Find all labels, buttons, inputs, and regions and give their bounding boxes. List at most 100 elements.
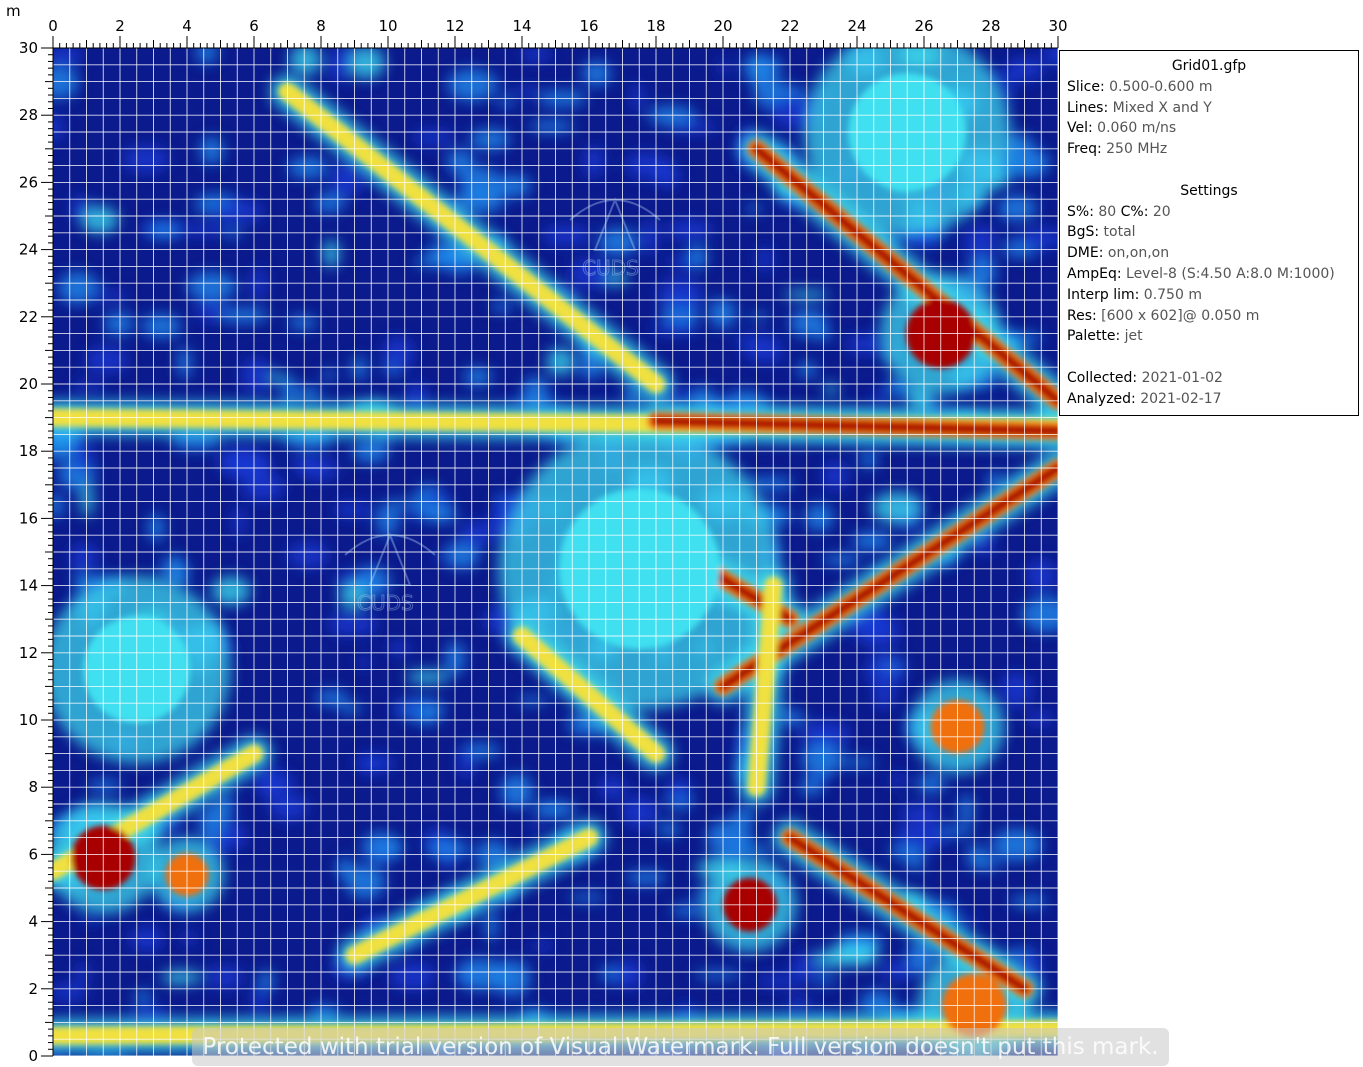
info-row: Interp lim: 0.750 m bbox=[1067, 285, 1358, 306]
info-row: Freq: 250 MHz bbox=[1067, 139, 1358, 160]
info-value: 0.060 m/ns bbox=[1092, 120, 1177, 137]
x-tick-label: 6 bbox=[249, 17, 259, 35]
info-row: BgS: total bbox=[1067, 222, 1358, 243]
heatmap-cell bbox=[361, 831, 401, 863]
info-key: AmpEq: bbox=[1067, 265, 1122, 282]
heatmap-cell bbox=[72, 380, 103, 392]
x-tick-label: 26 bbox=[914, 17, 933, 35]
y-tick-label: 24 bbox=[19, 241, 38, 259]
heatmap-cell bbox=[76, 961, 90, 986]
y-tick-label: 0 bbox=[28, 1047, 38, 1065]
heatmap-cell bbox=[87, 779, 122, 792]
info-value: 80 bbox=[1093, 203, 1117, 220]
x-tick-label: 8 bbox=[316, 17, 326, 35]
heatmap-cell bbox=[104, 311, 134, 336]
axis-unit-label: m bbox=[6, 2, 21, 20]
heatmap-cell bbox=[241, 357, 272, 394]
y-tick-label: 18 bbox=[19, 442, 38, 460]
x-tick-label: 30 bbox=[1048, 17, 1067, 35]
heatmap-cell bbox=[817, 327, 832, 342]
y-tick-label: 6 bbox=[28, 845, 38, 863]
heatmap-cell bbox=[299, 457, 339, 481]
y-tick-label: 12 bbox=[19, 644, 38, 662]
info-value: 0.500-0.600 m bbox=[1104, 78, 1213, 95]
heatmap-cell bbox=[323, 239, 340, 268]
info-key: Interp lim: bbox=[1067, 286, 1140, 303]
heatmap-cell bbox=[864, 652, 906, 689]
heatmap-cell bbox=[289, 48, 321, 76]
heatmap-cell bbox=[667, 776, 690, 804]
info-value: 2021-01-02 bbox=[1137, 369, 1223, 386]
y-tick-label: 30 bbox=[19, 39, 38, 57]
heatmap-cell bbox=[327, 49, 351, 83]
x-tick-label: 22 bbox=[780, 17, 799, 35]
heatmap-cell bbox=[315, 193, 345, 213]
heatmap-cell bbox=[814, 975, 838, 985]
y-tick-label: 8 bbox=[28, 778, 38, 796]
heatmap-cell bbox=[53, 65, 79, 100]
y-tick-label: 28 bbox=[19, 106, 38, 124]
info-key: Palette: bbox=[1067, 328, 1121, 345]
heatmap-cell bbox=[327, 612, 377, 636]
heatmap-cell bbox=[339, 703, 363, 714]
heatmap-cell bbox=[546, 347, 575, 376]
heatmap-cell bbox=[613, 959, 644, 990]
heatmap-cell bbox=[815, 949, 852, 968]
heatmap-cell bbox=[53, 984, 89, 1001]
heatmap-cell bbox=[852, 531, 892, 550]
heatmap-cell bbox=[211, 576, 251, 606]
heatmap-cell bbox=[916, 773, 946, 793]
heatmap-cell bbox=[824, 383, 838, 396]
heatmap-cell bbox=[484, 908, 498, 942]
x-tick-label: 24 bbox=[847, 17, 866, 35]
heatmap-cell bbox=[754, 974, 803, 987]
heatmap-cell bbox=[529, 822, 544, 833]
info-value: 0.750 m bbox=[1139, 286, 1202, 303]
heatmap-cell bbox=[323, 369, 336, 381]
heatmap-cell bbox=[630, 83, 645, 112]
heatmap-cell bbox=[129, 926, 164, 952]
heatmap-cell bbox=[351, 355, 367, 381]
heatmap-cell bbox=[838, 758, 878, 767]
heatmap-cell bbox=[821, 554, 862, 566]
x-tick-label: 10 bbox=[378, 17, 397, 35]
info-value: [600 x 602]@ 0.050 m bbox=[1096, 307, 1260, 324]
info-key: DME: bbox=[1067, 245, 1104, 262]
y-tick-label: 22 bbox=[19, 308, 38, 326]
info-row: Lines: Mixed X and Y bbox=[1067, 98, 1358, 119]
y-tick-label: 4 bbox=[28, 913, 38, 931]
heatmap-cell bbox=[846, 334, 886, 355]
heatmap-cell bbox=[522, 375, 549, 410]
watermark-banner: Protected with trial version of Visual W… bbox=[192, 1028, 1169, 1066]
heatmap-cell bbox=[426, 839, 470, 859]
y-tick-label: 26 bbox=[19, 173, 38, 191]
heatmap-cell bbox=[658, 822, 681, 837]
heatmap-cell bbox=[804, 503, 834, 532]
info-key: Lines: bbox=[1067, 99, 1109, 116]
date-rows: Collected: 2021-01-02 Analyzed: 2021-02-1… bbox=[1067, 368, 1358, 410]
heatmap-cell bbox=[533, 939, 552, 953]
y-tick-label: 2 bbox=[28, 980, 38, 998]
grid-lines bbox=[53, 48, 1058, 1056]
info-value: total bbox=[1099, 224, 1136, 241]
heatmap-cell bbox=[424, 490, 450, 508]
x-tick-label: 0 bbox=[48, 17, 58, 35]
heatmap-cell bbox=[287, 542, 329, 569]
x-tick-label: 18 bbox=[646, 17, 665, 35]
heatmap-cell bbox=[388, 962, 437, 991]
heatmap-cell bbox=[860, 451, 878, 469]
info-key: S%: bbox=[1067, 203, 1094, 220]
heatmap-cell bbox=[214, 791, 234, 821]
x-axis: 0 2 4 6 8 10 12 14 16 18 20 22 24 26 28 30 bbox=[48, 17, 1068, 49]
info-key: BgS: bbox=[1067, 224, 1100, 241]
info-value: on,on,on bbox=[1103, 245, 1170, 262]
heatmap-cell bbox=[582, 146, 605, 177]
info-row: S%: 80 C%: 20 bbox=[1067, 202, 1358, 223]
heatmap-cell bbox=[837, 933, 884, 950]
heatmap-cell bbox=[898, 804, 945, 819]
info-key: Freq: bbox=[1067, 141, 1102, 158]
info-row: Vel: 0.060 m/ns bbox=[1067, 118, 1358, 139]
heatmap-cell bbox=[512, 86, 543, 97]
info-value: jet bbox=[1120, 328, 1143, 345]
info-key: C%: bbox=[1116, 203, 1149, 220]
